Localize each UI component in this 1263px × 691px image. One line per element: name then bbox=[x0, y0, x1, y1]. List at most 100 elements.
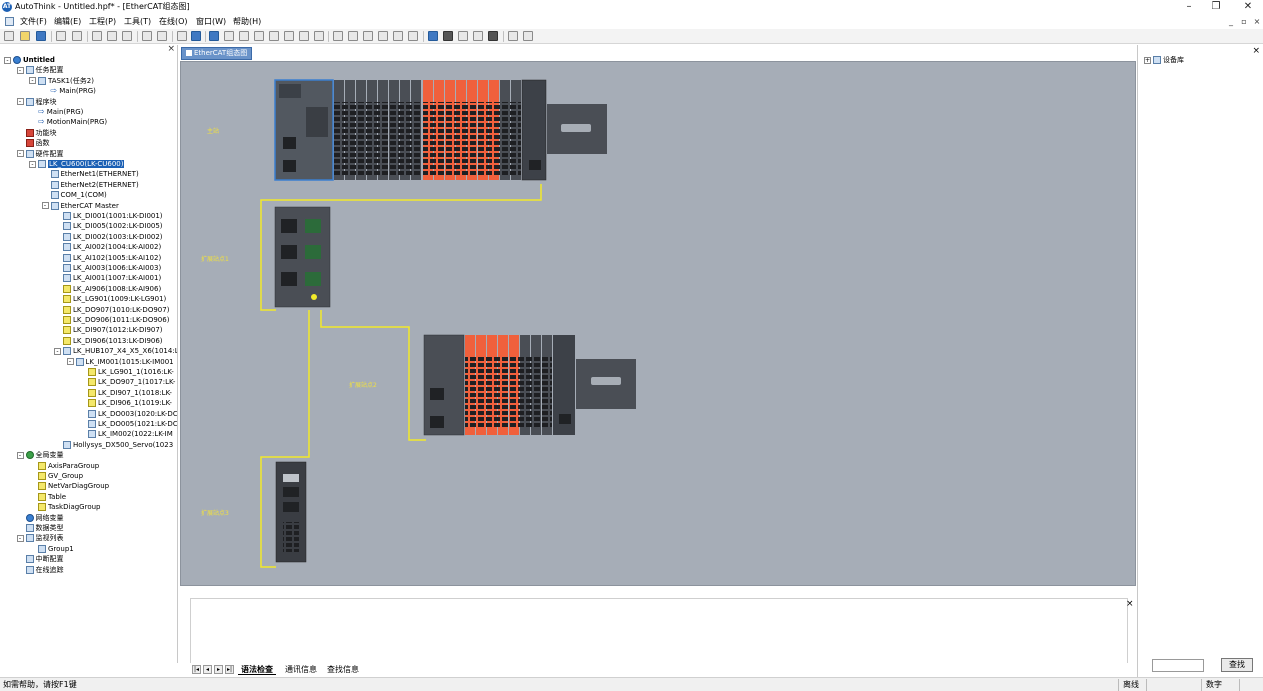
collapse-icon[interactable]: - bbox=[29, 77, 36, 85]
tree-item[interactable]: NetVarDiagGroup bbox=[29, 481, 109, 491]
tree-item[interactable]: LK_AI002(1004:LK-AI002) bbox=[54, 242, 161, 252]
help-icon[interactable] bbox=[523, 31, 533, 41]
minimize-button[interactable]: – bbox=[1181, 1, 1197, 13]
tree-item[interactable]: LK_DI001(1001:LK-DI001) bbox=[54, 211, 163, 221]
step-over-icon[interactable] bbox=[363, 31, 373, 41]
zoom-icon[interactable] bbox=[191, 31, 201, 41]
tree-item[interactable]: ⇨ MotionMain(PRG) bbox=[29, 117, 107, 127]
tree-item[interactable]: COM_1(COM) bbox=[42, 190, 107, 200]
tree-item[interactable]: - LK_HUB107_X4_X5_X6(1014:L bbox=[54, 346, 177, 356]
print-preview-icon[interactable] bbox=[72, 31, 82, 41]
tree-item[interactable]: LK_DO003(1020:LK-DC bbox=[79, 409, 177, 419]
tab-syntax-check[interactable]: 语法检查 bbox=[238, 664, 276, 675]
tab-first-icon[interactable]: |◂ bbox=[192, 665, 201, 674]
menu-online[interactable]: 在线(O) bbox=[159, 17, 188, 27]
menu-tools[interactable]: 工具(T) bbox=[124, 17, 151, 27]
mdi-close-button[interactable]: × bbox=[1252, 16, 1262, 27]
tab-last-icon[interactable]: ▸| bbox=[225, 665, 234, 674]
download-icon[interactable] bbox=[224, 31, 234, 41]
monitor-icon[interactable] bbox=[443, 31, 453, 41]
tree-item[interactable]: 网络变量 bbox=[17, 513, 64, 523]
tree-item[interactable]: LK_DO907(1010:LK-DO907) bbox=[54, 305, 169, 315]
collapse-icon[interactable]: - bbox=[16, 150, 24, 158]
tab-ethercat-diagram[interactable]: EtherCAT组态图 bbox=[181, 47, 253, 60]
tree-item[interactable]: - TASK1(任务2) bbox=[29, 76, 94, 86]
breakpoint-icon[interactable] bbox=[378, 31, 388, 41]
stop-icon[interactable] bbox=[284, 31, 294, 41]
menu-help[interactable]: 帮助(H) bbox=[233, 17, 261, 27]
tree-item[interactable]: LK_DI906(1013:LK-DI906) bbox=[54, 336, 163, 346]
menu-file[interactable]: 文件(F) bbox=[20, 17, 47, 27]
settings-icon[interactable] bbox=[473, 31, 483, 41]
expand-icon[interactable]: + bbox=[1144, 56, 1151, 64]
search-button[interactable]: 查找 bbox=[1221, 658, 1253, 672]
tree-item[interactable]: - Untitled bbox=[4, 55, 55, 65]
collapse-icon[interactable]: - bbox=[4, 56, 11, 64]
open-folder-icon[interactable] bbox=[20, 31, 30, 41]
tree-item[interactable]: 中断配置 bbox=[17, 554, 64, 564]
tree-item[interactable]: 数据类型 bbox=[17, 523, 64, 533]
tree-item[interactable]: LK_AI001(1007:LK-AI001) bbox=[54, 273, 161, 283]
tab-find-info[interactable]: 查找信息 bbox=[324, 664, 362, 675]
tree-item[interactable]: LK_DI005(1002:LK-DI005) bbox=[54, 221, 163, 231]
tree-item[interactable]: ⇨ Main(PRG) bbox=[42, 86, 96, 96]
find-icon[interactable] bbox=[177, 31, 187, 41]
tree-item[interactable]: - 任务配置 bbox=[16, 65, 64, 75]
panel-close-icon[interactable]: × bbox=[1252, 46, 1260, 56]
network-icon[interactable] bbox=[458, 31, 468, 41]
mdi-restore-button[interactable]: ▫ bbox=[1239, 16, 1249, 27]
tree-item[interactable]: LK_AI102(1005:LK-AI102) bbox=[54, 253, 161, 263]
paste-icon[interactable] bbox=[122, 31, 132, 41]
redo-icon[interactable] bbox=[157, 31, 167, 41]
tab-prev-icon[interactable]: ◂ bbox=[203, 665, 212, 674]
tree-item[interactable]: LK_DI907_1(1018:LK- bbox=[79, 388, 172, 398]
close-button[interactable]: ✕ bbox=[1240, 1, 1256, 13]
tree-item[interactable]: LK_DI907(1012:LK-DI907) bbox=[54, 325, 163, 335]
menu-project[interactable]: 工程(P) bbox=[89, 17, 116, 27]
tree-item[interactable]: 函数 bbox=[17, 138, 50, 148]
restore-button[interactable]: ❐ bbox=[1208, 1, 1224, 13]
collapse-icon[interactable]: - bbox=[29, 160, 36, 168]
tree-item[interactable]: GV_Group bbox=[29, 471, 83, 481]
run-icon[interactable] bbox=[254, 31, 264, 41]
tree-item[interactable]: LK_IM002(1022:LK-IM bbox=[79, 429, 173, 439]
collapse-icon[interactable]: - bbox=[66, 358, 74, 366]
save-icon[interactable] bbox=[36, 31, 46, 41]
tree-item[interactable]: 在线追踪 bbox=[17, 565, 64, 575]
collapse-icon[interactable]: - bbox=[16, 534, 24, 542]
compile-icon[interactable] bbox=[209, 31, 219, 41]
tree-item[interactable]: LK_AI906(1008:LK-AI906) bbox=[54, 284, 161, 294]
tree-item[interactable]: ⇨ Main(PRG) bbox=[29, 107, 83, 117]
document-icon[interactable] bbox=[5, 17, 14, 26]
tree-item[interactable]: LK_LG901(1009:LK-LG901) bbox=[54, 294, 166, 304]
tree-item[interactable]: LK_AI003(1006:LK-AI003) bbox=[54, 263, 161, 273]
tree-item[interactable]: AxisParaGroup bbox=[29, 461, 99, 471]
trend-icon[interactable] bbox=[508, 31, 518, 41]
cut-icon[interactable] bbox=[92, 31, 102, 41]
collapse-icon[interactable]: - bbox=[16, 98, 24, 106]
watch-icon[interactable] bbox=[408, 31, 418, 41]
tree-item[interactable]: Table bbox=[29, 492, 66, 502]
hardware-config-icon[interactable] bbox=[428, 31, 438, 41]
collapse-icon[interactable]: - bbox=[41, 202, 49, 210]
print-icon[interactable] bbox=[56, 31, 66, 41]
tree-item[interactable]: LK_DO906(1011:LK-DO906) bbox=[54, 315, 169, 325]
tree-item[interactable]: 功能块 bbox=[17, 128, 57, 138]
step-icon[interactable] bbox=[333, 31, 343, 41]
menu-window[interactable]: 窗口(W) bbox=[196, 17, 226, 27]
tree-item[interactable]: - 程序块 bbox=[16, 97, 57, 107]
tab-next-icon[interactable]: ▸ bbox=[214, 665, 223, 674]
collapse-icon[interactable]: - bbox=[54, 347, 61, 355]
tree-item[interactable]: EtherNet1(ETHERNET) bbox=[42, 169, 139, 179]
collapse-icon[interactable]: - bbox=[16, 66, 24, 74]
tree-item[interactable]: - LK_IM001(1015:LK-IM001 bbox=[66, 357, 174, 367]
menu-edit[interactable]: 编辑(E) bbox=[54, 17, 81, 27]
offline-icon[interactable] bbox=[314, 31, 324, 41]
copy-icon[interactable] bbox=[107, 31, 117, 41]
tree-item[interactable]: - 监视列表 bbox=[16, 533, 64, 543]
ethercat-canvas[interactable]: 主站 扩展站点1 扩展站点2 扩展站点3 bbox=[180, 61, 1136, 586]
tree-item[interactable]: - LK_CU600(LK-CU600) bbox=[29, 159, 125, 169]
device-icon[interactable] bbox=[488, 31, 498, 41]
device-library-tree[interactable]: + 设备库 bbox=[1144, 55, 1184, 65]
mdi-minimize-button[interactable]: _ bbox=[1226, 16, 1236, 27]
